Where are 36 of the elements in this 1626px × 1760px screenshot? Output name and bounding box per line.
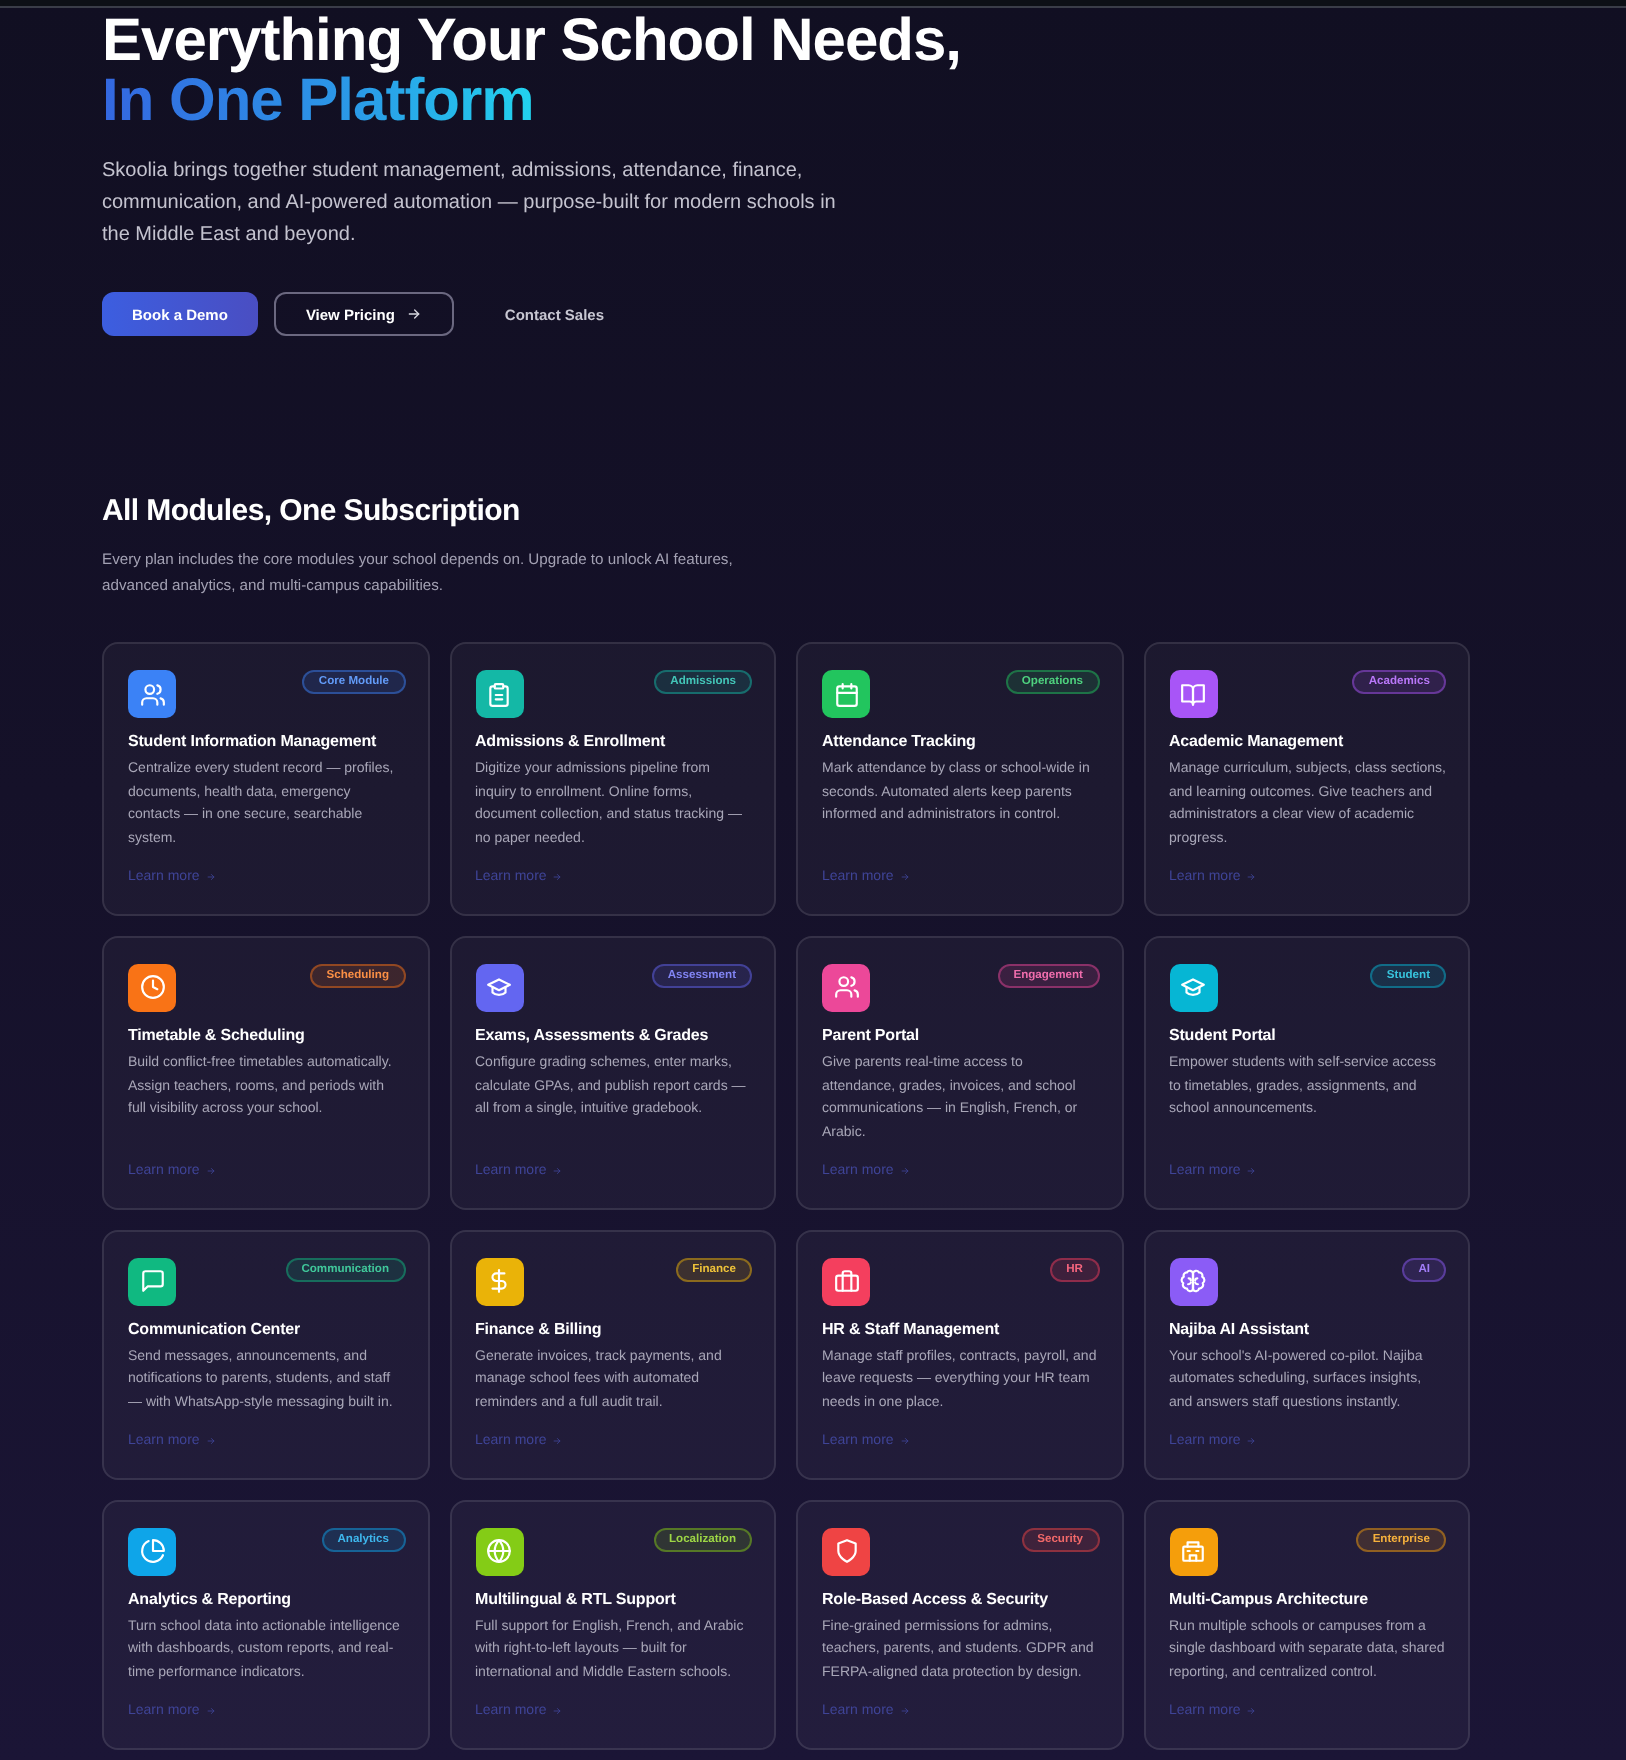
arrow-icon [552, 872, 563, 883]
card-title: Timetable & Scheduling [128, 1023, 305, 1046]
card-title: Student Portal [1169, 1023, 1276, 1046]
arrow-icon [899, 872, 910, 883]
arrow-icon [1246, 1706, 1257, 1717]
arrow-icon [1246, 1436, 1257, 1447]
arrow-icon [899, 1166, 910, 1177]
arrow-icon [1246, 1166, 1257, 1177]
section-heading: All Modules, One Subscription [102, 492, 520, 532]
card-title: Parent Portal [822, 1023, 919, 1046]
card-title: Multilingual & RTL Support [475, 1587, 676, 1610]
card-title: Finance & Billing [475, 1317, 602, 1340]
hero-description: Skoolia brings together student management, admissions, attendance, finance, communication, and AI-powered automation — purpose-built for modern schools in the Middle East and beyond. [102, 158, 838, 250]
arrow-icon [205, 1706, 216, 1717]
arrow-icon [552, 1436, 563, 1447]
arrow-icon [552, 1706, 563, 1717]
arrow-icon [205, 1436, 216, 1447]
card-title: Exams, Assessments & Grades [475, 1023, 709, 1046]
card-title: Attendance Tracking [822, 730, 976, 752]
card-title: Admissions & Enrollment [475, 730, 666, 752]
card-title: Academic Management [1169, 730, 1344, 752]
arrow-icon [899, 1706, 910, 1717]
card-title: HR & Staff Management [822, 1317, 1000, 1340]
arrow-icon [205, 872, 216, 883]
arrow-icon [552, 1166, 563, 1177]
card-title: Analytics & Reporting [128, 1587, 291, 1610]
card-title: Student Information Management [128, 730, 377, 752]
hero-title: Everything Your School Needs, [102, 12, 961, 72]
card-title: Communication Center [128, 1317, 301, 1340]
arrow-icon [1246, 872, 1257, 883]
arrow-icon [406, 306, 423, 322]
card-title: Najiba AI Assistant [1169, 1317, 1309, 1340]
card-title: Multi-Campus Architecture [1169, 1587, 1368, 1610]
arrow-icon [205, 1166, 216, 1177]
arrow-icon [899, 1436, 910, 1447]
card-title: Role-Based Access & Security [822, 1587, 1048, 1610]
